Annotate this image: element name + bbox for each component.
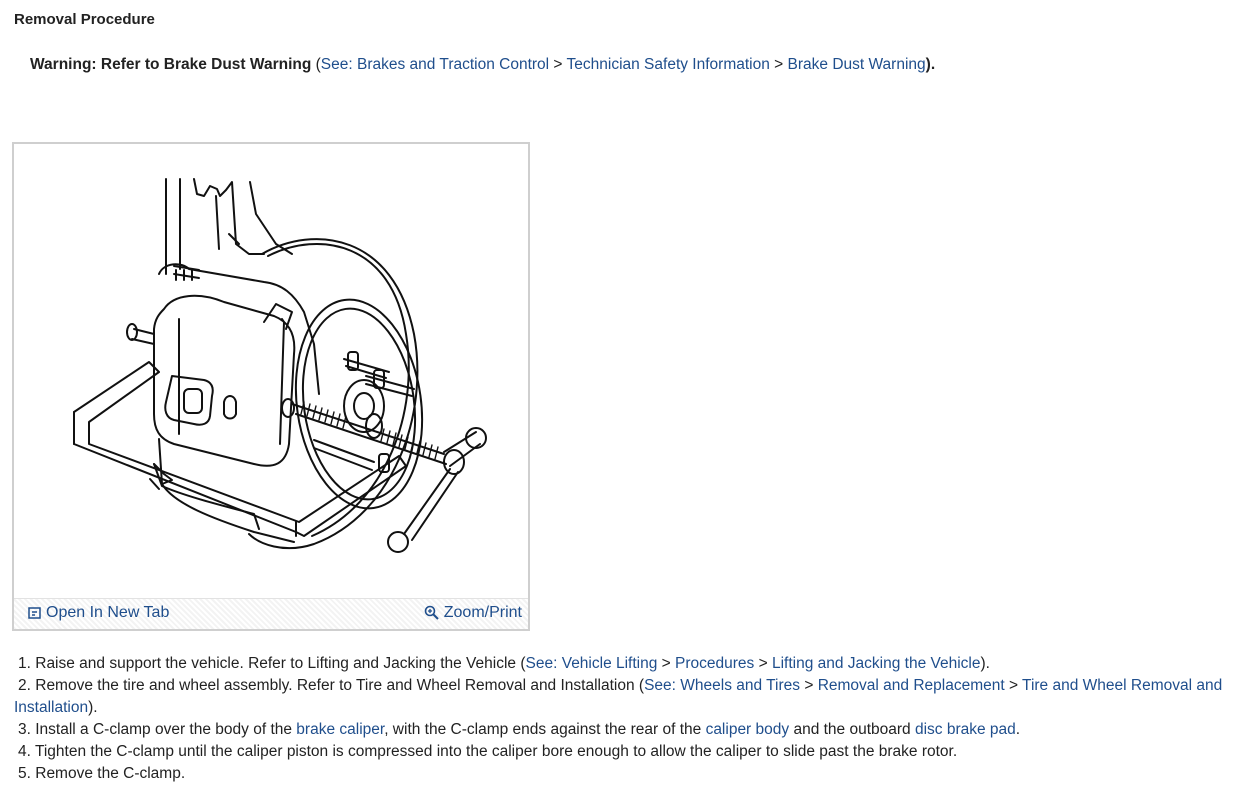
warning-sep: > bbox=[769, 56, 788, 73]
zoom-print-button[interactable]: Zoom/Print bbox=[424, 604, 522, 622]
step-sep: > bbox=[754, 655, 772, 672]
step-number: 4. bbox=[18, 743, 31, 760]
step-link-procedures[interactable]: Procedures bbox=[675, 655, 754, 672]
step-link-removal-replacement[interactable]: Removal and Replacement bbox=[818, 677, 1005, 694]
step-text: Remove the C-clamp. bbox=[30, 765, 186, 782]
step-item: 1. Raise and support the vehicle. Refer … bbox=[14, 653, 1242, 675]
step-close: ). bbox=[88, 699, 98, 716]
step-text: , with the C-clamp ends against the rear… bbox=[384, 721, 706, 738]
brake-caliper-illustration[interactable] bbox=[14, 144, 528, 599]
step-number: 2. bbox=[18, 677, 31, 694]
step-number: 5. bbox=[18, 765, 31, 782]
section-title: Removal Procedure bbox=[14, 11, 155, 28]
zoom-icon bbox=[424, 605, 439, 620]
step-sep: > bbox=[1004, 677, 1023, 694]
step-text: Tighten the C-clamp until the caliper pi… bbox=[30, 743, 958, 760]
warning-open-paren: ( bbox=[311, 56, 321, 73]
step-text: Remove the tire and wheel assembly. Refe… bbox=[30, 677, 645, 694]
warning-link-brakes[interactable]: See: Brakes and Traction Control bbox=[321, 56, 549, 73]
warning-close: ). bbox=[925, 56, 936, 73]
step-text: . bbox=[1015, 721, 1021, 738]
step-number: 3. bbox=[18, 721, 31, 738]
step-item: 2. Remove the tire and wheel assembly. R… bbox=[14, 675, 1242, 719]
open-new-tab-icon bbox=[28, 607, 41, 619]
step-link-vehicle-lifting[interactable]: See: Vehicle Lifting bbox=[526, 655, 658, 672]
figure-container: Open In New Tab Zoom/Print bbox=[12, 142, 530, 631]
step-item: 4. Tighten the C-clamp until the caliper… bbox=[14, 741, 1242, 763]
warning-link-brake-dust[interactable]: Brake Dust Warning bbox=[788, 56, 926, 73]
step-link-brake-caliper[interactable]: brake caliper bbox=[296, 721, 384, 738]
step-sep: > bbox=[800, 677, 818, 694]
warning-sep: > bbox=[549, 56, 567, 73]
step-text: Raise and support the vehicle. Refer to … bbox=[30, 655, 526, 672]
open-in-new-tab-label: Open In New Tab bbox=[46, 604, 170, 621]
procedure-steps: 1. Raise and support the vehicle. Refer … bbox=[14, 653, 1242, 785]
step-link-lifting-jacking[interactable]: Lifting and Jacking the Vehicle bbox=[772, 655, 981, 672]
step-link-disc-brake-pad[interactable]: disc brake pad bbox=[915, 721, 1016, 738]
step-sep: > bbox=[657, 655, 676, 672]
step-link-wheels-tires[interactable]: See: Wheels and Tires bbox=[644, 677, 800, 694]
step-text: and the outboard bbox=[789, 721, 915, 738]
warning-link-safety-info[interactable]: Technician Safety Information bbox=[567, 56, 770, 73]
zoom-print-label: Zoom/Print bbox=[443, 604, 522, 621]
step-link-caliper-body[interactable]: caliper body bbox=[706, 721, 790, 738]
step-item: 5. Remove the C-clamp. bbox=[14, 763, 1242, 785]
step-number: 1. bbox=[18, 655, 31, 672]
open-in-new-tab-button[interactable]: Open In New Tab bbox=[28, 604, 169, 622]
step-text: Install a C-clamp over the body of the bbox=[30, 721, 297, 738]
warning-line: Warning: Refer to Brake Dust Warning (Se… bbox=[30, 56, 935, 74]
step-item: 3. Install a C-clamp over the body of th… bbox=[14, 719, 1242, 741]
warning-label: Warning: Refer to Brake Dust Warning bbox=[30, 56, 312, 73]
step-close: ). bbox=[980, 655, 990, 672]
figure-toolbar: Open In New Tab Zoom/Print bbox=[14, 598, 528, 629]
